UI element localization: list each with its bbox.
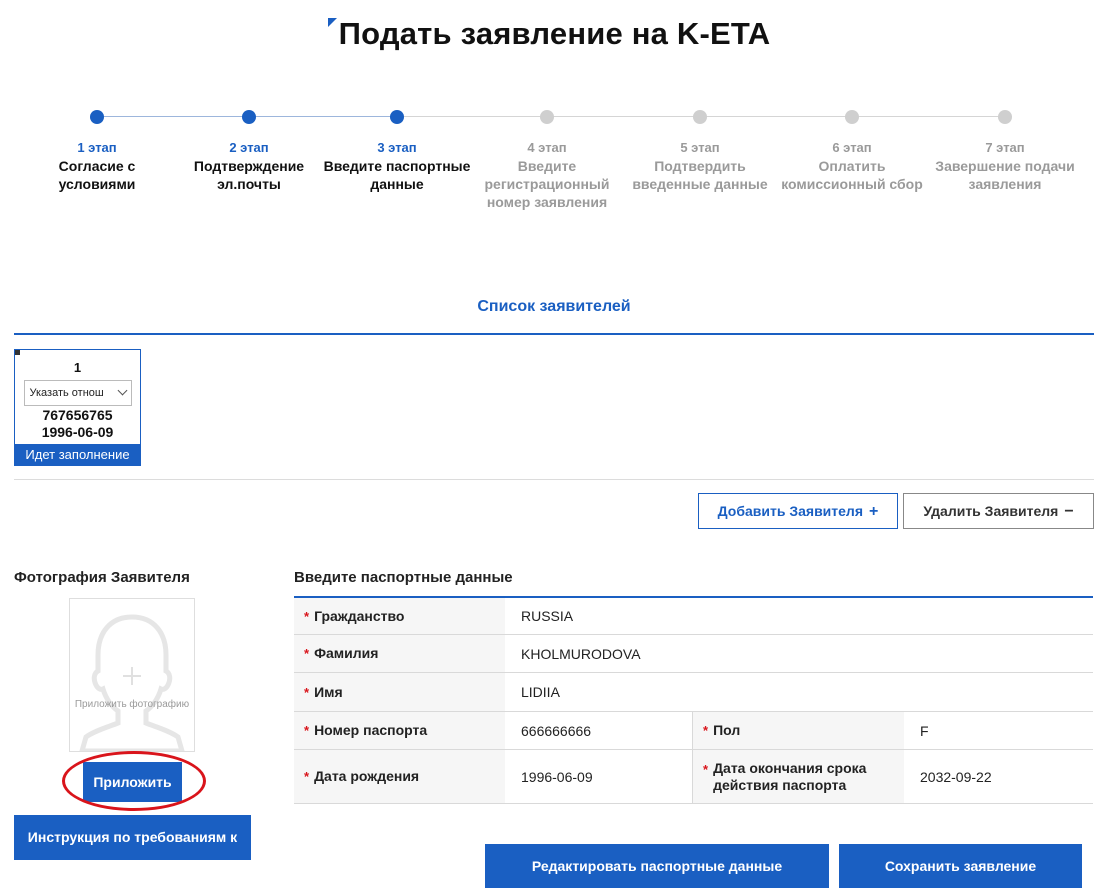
expiry-value: 2032-09-22 xyxy=(920,768,992,785)
step-4: 4 этап Введите регистрационный номер зая… xyxy=(471,110,623,211)
remove-applicant-button[interactable]: Удалить Заявителя − xyxy=(903,493,1094,529)
person-silhouette-icon xyxy=(79,614,185,751)
passport-sex-row: * Номер паспорта 666666666 * Пол F xyxy=(294,712,1093,750)
step-1: 1 этап Согласие с условиями xyxy=(21,110,173,193)
birth-expiry-row: * Дата рождения 1996-06-09 * Дата окончани… xyxy=(294,750,1093,804)
photo-placeholder[interactable]: Приложить фотографию xyxy=(69,598,195,752)
plus-icon: + xyxy=(869,503,879,520)
passport-section-title: Введите паспортные данные xyxy=(294,569,513,586)
name-value: LIDIIA xyxy=(521,684,560,700)
applicant-passport: 767656765 xyxy=(42,407,113,423)
section-divider xyxy=(14,479,1094,480)
chevron-down-icon xyxy=(117,385,127,396)
title-corner-mark xyxy=(327,18,337,27)
step-dot xyxy=(693,110,707,124)
step-dot xyxy=(242,110,256,124)
save-application-button[interactable]: Сохранить заявление xyxy=(839,844,1082,888)
citizenship-value: RUSSIA xyxy=(521,608,574,624)
minus-icon: − xyxy=(1064,503,1074,520)
step-2: 2 этап Подтверждение эл.почты xyxy=(173,110,325,193)
name-row: * Имя LIDIIA xyxy=(294,673,1093,712)
card-corner-mark xyxy=(15,350,20,355)
step-3: 3 этап Введите паспортные данные xyxy=(321,110,473,193)
surname-row: * Фамилия KHOLMURODOVA xyxy=(294,635,1093,673)
step-dot xyxy=(845,110,859,124)
passport-number-value: 666666666 xyxy=(521,722,592,739)
page-title: Подать заявление на K-ETA xyxy=(0,16,1098,52)
applicant-number: 1 xyxy=(73,360,82,375)
step-dot xyxy=(998,110,1012,124)
step-5: 5 этап Подтвердить введенные данные xyxy=(624,110,776,193)
highlight-circle xyxy=(62,751,206,811)
step-6: 6 этап Оплатить комиссионный сбор xyxy=(776,110,928,193)
applicants-list-divider xyxy=(14,333,1094,335)
step-7: 7 этап Завершение подачи заявления xyxy=(929,110,1081,193)
applicant-status-badge: Идет заполнение xyxy=(15,444,140,465)
applicant-birth: 1996-06-09 xyxy=(41,424,114,440)
relation-select[interactable]: Указать отнош xyxy=(23,380,132,406)
add-applicant-button[interactable]: Добавить Заявителя + xyxy=(698,493,898,529)
birth-date-value: 1996-06-09 xyxy=(521,768,593,785)
applicants-list-title: Список заявителей xyxy=(477,298,631,315)
surname-value: KHOLMURODOVA xyxy=(521,645,641,662)
step-dot xyxy=(90,110,104,124)
edit-passport-button[interactable]: Редактировать паспортные данные xyxy=(485,844,829,888)
step-dot xyxy=(390,110,404,124)
sex-value: F xyxy=(920,722,929,739)
citizenship-row: * Гражданство RUSSIA xyxy=(294,598,1093,635)
applicant-card[interactable]: 1 Указать отнош 767656765 1996-06-09 Иде… xyxy=(14,349,141,466)
step-dot xyxy=(540,110,554,124)
photo-instructions-button[interactable]: Инструкция по требованиям к xyxy=(14,815,251,860)
photo-hint: Приложить фотографию xyxy=(74,699,190,710)
photo-section-title: Фотография Заявителя xyxy=(14,569,190,586)
